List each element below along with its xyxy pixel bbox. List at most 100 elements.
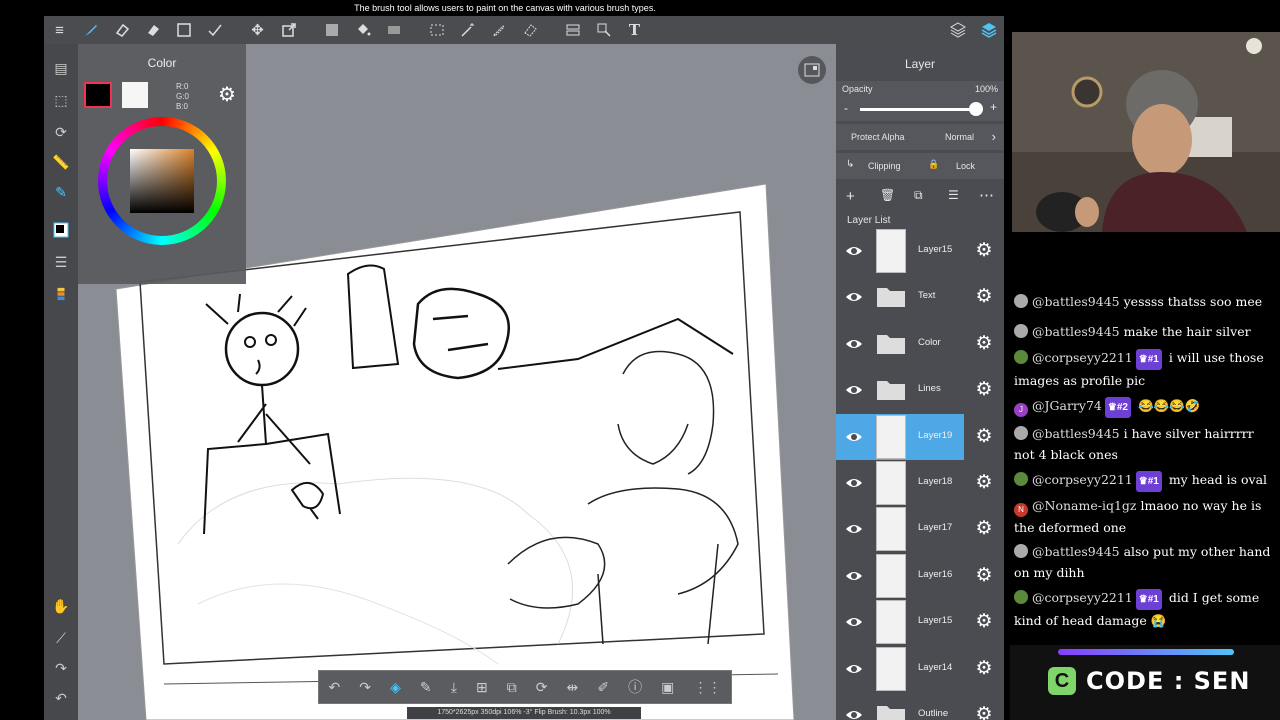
chat-username[interactable]: @corpseyy2211 (1032, 590, 1133, 605)
menu-icon[interactable]: ≡ (44, 16, 75, 44)
protect-alpha-toggle[interactable]: Protect Alpha (851, 132, 905, 142)
visibility-eye-icon[interactable] (845, 613, 863, 631)
layer-menu-list-icon[interactable]: ☰ (948, 188, 959, 202)
fullscreen-icon[interactable] (798, 56, 826, 84)
opacity-plus-button[interactable]: + (990, 100, 997, 114)
fill-color-icon[interactable] (316, 16, 347, 44)
layer-row[interactable]: Layer17 ⚙ (836, 506, 1004, 552)
grip-icon[interactable]: ⋮⋮ (693, 679, 721, 696)
text-tool-icon[interactable]: T (619, 16, 650, 44)
rotate-icon[interactable]: ⟳ (536, 679, 548, 696)
layer-settings-gear-icon[interactable]: ⚙ (974, 565, 994, 586)
chat-username[interactable]: @battles9445 (1032, 294, 1120, 309)
lock-toggle[interactable]: Lock (956, 161, 975, 171)
duplicate-layer-icon[interactable]: ⧉ (914, 188, 923, 203)
layer-row[interactable]: Text ⚙ (836, 274, 1004, 320)
gradient-icon[interactable] (378, 16, 409, 44)
chat-username[interactable]: @JGarry74 (1032, 398, 1102, 413)
add-layer-icon[interactable]: + (846, 188, 855, 205)
visibility-eye-icon[interactable] (845, 335, 863, 353)
download-icon[interactable]: ⤓ (451, 679, 457, 696)
redo-icon[interactable]: ↷ (359, 679, 371, 696)
frame-divider-icon[interactable] (557, 16, 588, 44)
rotate-icon[interactable]: ⟳ (44, 120, 78, 144)
opacity-slider-knob[interactable] (969, 102, 983, 116)
layer-settings-gear-icon[interactable]: ⚙ (974, 705, 994, 720)
visibility-eye-icon[interactable] (845, 706, 863, 720)
clear-icon[interactable]: ◈ (390, 679, 401, 696)
layer-settings-gear-icon[interactable]: ⚙ (974, 380, 994, 400)
materials-icon[interactable] (942, 16, 973, 44)
saturation-square[interactable] (130, 149, 194, 213)
select-region-icon[interactable]: ⬚ (44, 88, 78, 112)
visibility-eye-icon[interactable] (845, 428, 863, 446)
transform-icon[interactable]: ⧉ (507, 679, 517, 696)
operation-icon[interactable] (588, 16, 619, 44)
visibility-eye-icon[interactable] (845, 242, 863, 260)
select-pen-icon[interactable] (483, 16, 514, 44)
visibility-eye-icon[interactable] (845, 474, 863, 492)
magic-wand-icon[interactable] (452, 16, 483, 44)
layer-settings-gear-icon[interactable]: ⚙ (974, 426, 994, 447)
visibility-eye-icon[interactable] (845, 520, 863, 538)
layer-settings-gear-icon[interactable]: ⚙ (974, 241, 994, 261)
bucket-eraser-icon[interactable] (137, 16, 168, 44)
brush-panel-icon[interactable]: ✎ (44, 180, 78, 204)
edit-icon[interactable]: ✐ (597, 679, 609, 696)
layer-row[interactable]: Lines ⚙ (836, 367, 1004, 413)
color-swatch-icon[interactable] (44, 218, 78, 242)
ruler-icon[interactable]: 📏 (44, 150, 78, 174)
layer-settings-gear-icon[interactable]: ⚙ (974, 612, 994, 632)
layer-settings-gear-icon[interactable]: ⚙ (974, 287, 994, 307)
more-options-icon[interactable]: ⋯ (979, 186, 994, 204)
color-palette-icon[interactable] (44, 282, 78, 306)
transform-icon[interactable] (273, 16, 304, 44)
redo-icon[interactable]: ↷ (44, 656, 78, 680)
layer-settings-gear-icon[interactable]: ⚙ (974, 473, 994, 493)
visibility-eye-icon[interactable] (845, 288, 863, 306)
grid-select-icon[interactable]: ⊞ (476, 679, 488, 696)
chat-username[interactable]: @corpseyy2211 (1032, 350, 1133, 365)
layer-settings-gear-icon[interactable]: ⚙ (974, 658, 994, 679)
layer-row[interactable]: Color ⚙ (836, 321, 1004, 367)
layer-settings-gear-icon[interactable]: ⚙ (974, 519, 994, 539)
select-rect-icon[interactable] (421, 16, 452, 44)
hand-icon[interactable]: ✋ (44, 594, 78, 618)
bucket-icon[interactable] (347, 16, 378, 44)
document-icon[interactable]: ▤ (44, 56, 78, 80)
delete-layer-icon[interactable]: 🗑 (880, 188, 895, 202)
layer-row[interactable]: Layer19 ⚙ (836, 413, 1004, 460)
chat-username[interactable]: @Noname-iq1gz (1032, 498, 1136, 513)
flip-icon[interactable]: ⇹ (567, 679, 579, 696)
visibility-eye-icon[interactable] (845, 567, 863, 585)
background-color-swatch[interactable] (122, 82, 148, 108)
select-eraser-icon[interactable] (514, 16, 545, 44)
move-icon[interactable]: ✥ (242, 16, 273, 44)
eraser-icon[interactable] (106, 16, 137, 44)
foreground-color-swatch[interactable] (84, 82, 112, 108)
layers-icon[interactable] (973, 16, 1004, 44)
layer-row[interactable]: Layer15 ⚙ (836, 228, 1004, 274)
layer-row[interactable]: Outline ⚙ (836, 692, 1004, 720)
chat-username[interactable]: @battles9445 (1032, 426, 1120, 441)
layer-row[interactable]: Layer15 ⚙ (836, 599, 1004, 645)
chat-username[interactable]: @corpseyy2211 (1032, 472, 1133, 487)
opacity-minus-button[interactable]: - (844, 101, 848, 115)
undo-icon[interactable]: ↶ (329, 679, 341, 696)
pen-icon[interactable]: ✎ (420, 679, 432, 696)
layer-row[interactable]: Layer16 ⚙ (836, 553, 1004, 599)
color-settings-gear-icon[interactable]: ⚙ (216, 84, 238, 106)
blend-mode-select[interactable]: Normal (945, 132, 974, 142)
color-wheel[interactable] (98, 117, 226, 245)
layer-settings-gear-icon[interactable]: ⚙ (974, 333, 994, 354)
visibility-eye-icon[interactable] (845, 381, 863, 399)
opacity-slider[interactable] (860, 102, 983, 116)
layer-list-icon[interactable]: ☰ (44, 250, 78, 274)
layer-row[interactable]: Layer14 ⚙ (836, 646, 1004, 692)
chat-username[interactable]: @battles9445 (1032, 324, 1120, 339)
save-icon[interactable]: ▣ (661, 679, 674, 696)
layer-row[interactable]: Layer18 ⚙ (836, 460, 1004, 506)
help-icon[interactable]: ⓘ (628, 677, 642, 697)
chat-username[interactable]: @battles9445 (1032, 544, 1120, 559)
brush-icon[interactable] (75, 16, 106, 44)
